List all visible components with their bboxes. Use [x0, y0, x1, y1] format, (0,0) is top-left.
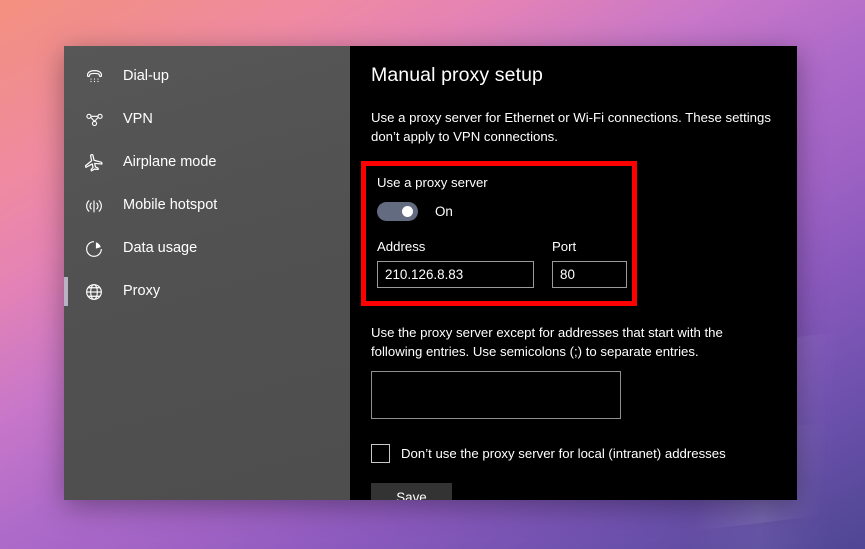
proxy-description: Use a proxy server for Ethernet or Wi-Fi… [371, 110, 771, 145]
settings-window: Dial-up VPN Airplane mode Mobile hotspot… [64, 46, 797, 500]
address-label: Address [377, 239, 426, 255]
sidebar-item-label: Mobile hotspot [123, 197, 218, 214]
selection-indicator [64, 148, 68, 177]
local-bypass-checkbox[interactable] [371, 443, 390, 463]
save-button[interactable]: Save [371, 482, 452, 500]
use-proxy-server-label: Use a proxy server [377, 175, 488, 191]
local-bypass-label: Don’t use the proxy server for local (in… [401, 445, 726, 461]
selection-indicator [64, 191, 68, 220]
port-label: Port [552, 239, 577, 255]
sidebar-item-label: Proxy [123, 283, 161, 300]
pie-chart-icon [81, 236, 107, 262]
settings-sidebar: Dial-up VPN Airplane mode Mobile hotspot… [64, 46, 350, 500]
selection-indicator [64, 62, 68, 91]
use-proxy-server-toggle[interactable] [377, 202, 418, 222]
selection-indicator [64, 234, 68, 263]
proxy-server-highlight-box: Use a proxy server On Address Port [361, 161, 637, 306]
sidebar-item-vpn[interactable]: VPN [64, 98, 350, 141]
port-field-group: Port [552, 238, 627, 288]
toggle-state-label: On [435, 204, 453, 220]
use-proxy-server-toggle-row: On [377, 202, 622, 222]
manual-proxy-setup-panel: Manual proxy setup Use a proxy server fo… [350, 46, 797, 500]
proxy-exceptions-input[interactable] [371, 370, 621, 419]
airplane-icon [81, 150, 107, 176]
sidebar-item-data-usage[interactable]: Data usage [64, 227, 350, 270]
sidebar-item-dial-up[interactable]: Dial-up [64, 55, 350, 98]
sidebar-item-label: Data usage [123, 240, 198, 257]
globe-icon [81, 279, 107, 305]
sidebar-item-mobile-hotspot[interactable]: Mobile hotspot [64, 184, 350, 227]
sidebar-item-airplane-mode[interactable]: Airplane mode [64, 141, 350, 184]
selection-indicator [64, 277, 68, 306]
hotspot-icon [81, 193, 107, 219]
telephone-icon [81, 64, 107, 90]
sidebar-item-label: VPN [123, 111, 153, 128]
toggle-knob [402, 206, 413, 218]
address-field-group: Address [377, 238, 534, 288]
sidebar-item-label: Dial-up [123, 68, 169, 85]
sidebar-item-proxy[interactable]: Proxy [64, 270, 350, 313]
port-input[interactable] [552, 260, 627, 288]
selection-indicator [64, 105, 68, 134]
proxy-exceptions-description: Use the proxy server except for addresse… [371, 324, 723, 359]
address-input[interactable] [377, 260, 534, 288]
page-title: Manual proxy setup [371, 64, 543, 86]
sidebar-item-label: Airplane mode [123, 154, 217, 171]
vpn-icon [81, 107, 107, 133]
address-port-row: Address Port [377, 238, 627, 288]
local-bypass-row: Don’t use the proxy server for local (in… [371, 443, 771, 463]
